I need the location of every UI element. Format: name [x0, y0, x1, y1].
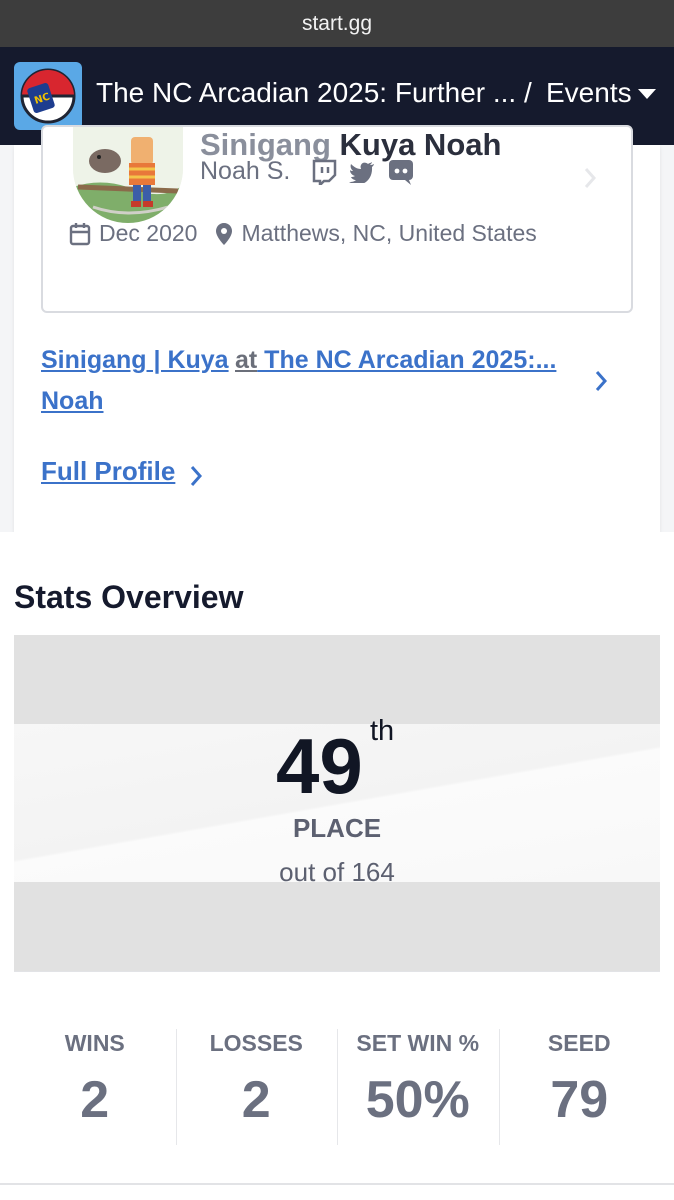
chevron-right-icon[interactable]: [594, 370, 608, 392]
stat-set-win-percent: SET WIN % 50%: [337, 972, 499, 1186]
browser-url-bar[interactable]: start.gg: [0, 0, 674, 47]
stat-value: 2: [80, 1071, 110, 1129]
divider: [0, 1183, 674, 1185]
profile-card: Sinigang Kuya Noah Noah S. Dec 2020 Matt…: [14, 125, 660, 532]
stat-value: 50%: [365, 1071, 470, 1129]
user-location: Matthews, NC, United States: [215, 220, 537, 247]
twitch-icon[interactable]: [311, 159, 337, 185]
stat-label: WINS: [64, 1030, 125, 1056]
avatar[interactable]: [73, 127, 183, 223]
tournament-ball-icon: NC: [20, 68, 76, 124]
user-meta: Dec 2020 Matthews, NC, United States: [69, 220, 555, 247]
breadcrumb-separator: /: [524, 77, 532, 108]
full-profile-link[interactable]: Full Profile: [41, 456, 175, 487]
joined-date: Dec 2020: [69, 220, 197, 247]
entrant-link-line1: Sinigang | Kuya at The NC Arcadian 2025:.…: [41, 340, 556, 381]
entrant-at-event: at The NC Arcadian 2025:...: [235, 346, 556, 374]
placement-card: 49 th PLACE out of 164: [14, 635, 660, 971]
chevron-right-icon[interactable]: [189, 465, 203, 487]
entrant-link-line2: Noah: [41, 381, 104, 422]
location-pin-icon: [216, 222, 233, 245]
stat-label: SEED: [547, 1030, 611, 1056]
user-card[interactable]: Sinigang Kuya Noah Noah S. Dec 2020 Matt…: [41, 125, 633, 313]
at-word: at: [235, 346, 258, 374]
stat-value: 79: [550, 1071, 609, 1129]
user-real-name: Noah S.: [200, 157, 291, 185]
placement-out-of: out of 164: [279, 857, 395, 887]
calendar-icon: [69, 222, 91, 245]
url-text: start.gg: [301, 11, 373, 35]
events-dropdown-label[interactable]: Events: [546, 77, 632, 109]
caret-down-icon[interactable]: [638, 89, 656, 99]
page-content: Sinigang Kuya Noah Noah S. Dec 2020 Matt…: [0, 125, 674, 1200]
entrant-name-link[interactable]: Sinigang | Kuya: [41, 340, 235, 381]
stats-title: Stats Overview: [14, 579, 244, 615]
joined-date-text: Dec 2020: [99, 220, 198, 246]
location-text: Matthews, NC, United States: [241, 220, 537, 246]
social-links: [311, 158, 415, 186]
stat-label: LOSSES: [209, 1030, 303, 1056]
discord-icon[interactable]: [387, 158, 415, 186]
stat-seed: SEED 79: [498, 972, 661, 1186]
placement-number: 49: [276, 722, 363, 810]
stat-wins: WINS 2: [14, 972, 176, 1186]
avatar-image: [73, 127, 183, 223]
stat-losses: LOSSES 2: [175, 972, 338, 1186]
entrant-name-link-continued[interactable]: Noah: [41, 381, 104, 422]
twitter-icon[interactable]: [349, 161, 375, 183]
placement-suffix: th: [370, 715, 395, 747]
tournament-logo[interactable]: NC: [14, 62, 82, 130]
stat-value: 2: [241, 1071, 271, 1129]
stat-label: SET WIN %: [356, 1030, 480, 1056]
tournament-title[interactable]: The NC Arcadian 2025: Further ...: [96, 77, 516, 109]
stats-row: WINS 2 LOSSES 2 SET WIN % 50% SEED 79: [14, 971, 660, 1186]
chevron-right-icon: [584, 168, 597, 188]
event-name-link[interactable]: The NC Arcadian 2025:...: [257, 346, 556, 374]
placement-label: PLACE: [292, 813, 382, 843]
gamertag-text: Kuya Noah: [339, 127, 502, 162]
